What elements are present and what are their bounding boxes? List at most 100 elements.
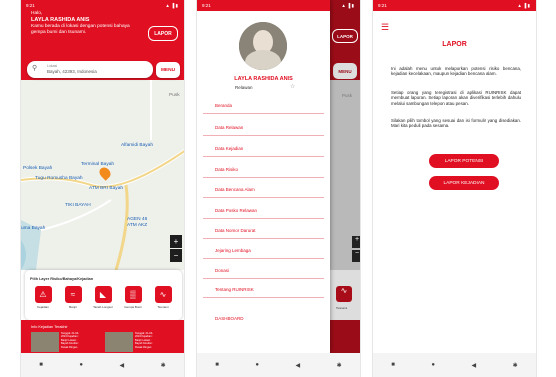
profile-name: LAYLA RASHIDA ANIS bbox=[234, 76, 293, 82]
drawer-item-tentang[interactable]: Tentang RUINRISK bbox=[203, 281, 324, 298]
flood-icon: ≈ bbox=[64, 286, 82, 303]
category-label: Gempa Bumi bbox=[124, 305, 142, 309]
category-label: Kejadian bbox=[37, 305, 49, 309]
layer-chooser-title: Pilih Layer Risiko/Bahaya/Kejadian bbox=[30, 277, 94, 281]
home-icon[interactable]: ● bbox=[431, 362, 435, 368]
page-title: LAPOR bbox=[442, 41, 467, 48]
drawer-item-data-risiko[interactable]: Data Risiko bbox=[203, 161, 324, 178]
map-label: AGEN 46 bbox=[127, 217, 148, 222]
map-label: Tugu Romusha Bayah bbox=[35, 176, 83, 181]
drawer-screen: LAPOR MENU Pusk + − ∿ Tsunami LAYLA RASH… bbox=[196, 0, 361, 377]
home-screen: 9:21 ▲ ▐ ▮ Halo, LAYLA RASHIDA ANIS Kamu … bbox=[20, 0, 185, 377]
profile-role: Relawan bbox=[235, 85, 253, 90]
status-bar: 9:21 ▲ ▐ ▮ bbox=[197, 0, 360, 11]
drawer-item-data-kejadian[interactable]: Data Kejadian bbox=[203, 140, 324, 157]
event-item[interactable]: Tanggal: 21-04-2024 Kejadian : Banjir Lo… bbox=[31, 332, 81, 352]
zoom-in-button: + bbox=[352, 236, 360, 248]
drawer-item-data-relawan[interactable]: Data Relawan bbox=[203, 119, 324, 136]
status-time: 9:21 bbox=[26, 3, 35, 8]
status-bar: 9:21 ▲ ▐ ▮ bbox=[373, 0, 536, 11]
accessibility-icon[interactable]: ✱ bbox=[513, 362, 518, 369]
event-text: Tanggal: 21-04-2024 Kejadian : Banjir Lo… bbox=[135, 332, 154, 349]
category-label: Tsunami bbox=[336, 306, 348, 310]
event-photo bbox=[105, 332, 133, 352]
navigation-drawer: LAYLA RASHIDA ANIS Relawan ☆ Beranda Dat… bbox=[197, 0, 330, 353]
location-search-field[interactable]: ⚲ Lokasi Bayah, 42393, Indonesia bbox=[27, 61, 153, 78]
lapor-verification-info: Setiap orang yang teregistrasi di aplika… bbox=[391, 90, 521, 106]
recents-icon[interactable]: ■ bbox=[39, 362, 43, 368]
status-time: 9:21 bbox=[378, 3, 387, 8]
search-icon: ⚲ bbox=[32, 65, 38, 72]
category-tanah-longsor[interactable]: ◣ Tanah Longsor bbox=[93, 286, 113, 309]
menu-button[interactable]: MENU bbox=[156, 62, 180, 78]
tsunami-icon: ∿ bbox=[336, 286, 352, 302]
hazard-message: Kamu berada di lokasi dengan potensi bah… bbox=[31, 24, 130, 35]
drawer-item-data-bencana-alam[interactable]: Data Bencana Alam bbox=[203, 181, 324, 198]
profile-avatar[interactable] bbox=[239, 22, 287, 70]
menu-button: MENU bbox=[333, 63, 357, 79]
lapor-kejadian-button[interactable]: LAPOR KEJADIAN bbox=[429, 176, 499, 190]
user-name: LAYLA RASHIDA ANIS bbox=[31, 17, 90, 23]
status-icons: ▲ ▐ ▮ bbox=[165, 3, 178, 8]
lapor-button: LAPOR bbox=[332, 29, 358, 43]
lapor-screen: 9:21 ▲ ▐ ▮ ☰ LAPOR Ini adalah menu untuk … bbox=[372, 0, 537, 377]
lapor-potensi-button[interactable]: LAPOR POTENSI bbox=[429, 154, 499, 168]
map-label: uma Bayah bbox=[21, 226, 46, 231]
drawer-item-data-nomor-darurat[interactable]: Data Nomor Darurat bbox=[203, 222, 324, 239]
earthquake-icon: ▒ bbox=[124, 286, 142, 303]
zoom-in-button[interactable]: + bbox=[170, 235, 182, 248]
map-label: ATM BRI Bayah bbox=[89, 186, 124, 191]
map-label: ATM AKZ bbox=[127, 223, 148, 228]
status-bar: 9:21 ▲ ▐ ▮ bbox=[21, 0, 184, 11]
event-photo bbox=[31, 332, 59, 352]
hamburger-menu-icon[interactable]: ☰ bbox=[381, 23, 389, 32]
map-label: Alfamidi Bayah bbox=[121, 143, 153, 148]
layer-chooser-card: Pilih Layer Risiko/Bahaya/Kejadian ⚠ Keja… bbox=[25, 270, 182, 320]
drawer-item-dashboard[interactable]: DASHBOARD bbox=[215, 316, 244, 321]
back-icon[interactable]: ◀ bbox=[296, 362, 301, 369]
search-value: Bayah, 42393, Indonesia bbox=[47, 69, 97, 74]
back-icon[interactable]: ◀ bbox=[472, 362, 477, 369]
landslide-icon: ◣ bbox=[94, 286, 112, 303]
drawer-item-data-posko-relawan[interactable]: Data Posko Relawan bbox=[203, 202, 324, 219]
back-icon[interactable]: ◀ bbox=[120, 362, 125, 369]
recent-events-title: Info Kejadian Terakhir bbox=[31, 325, 68, 329]
dimmed-background[interactable]: LAPOR MENU Pusk + − ∿ Tsunami bbox=[330, 0, 360, 353]
drawer-item-donasi[interactable]: Donasi bbox=[203, 262, 324, 279]
map-label: TIKI BAYAH bbox=[65, 203, 91, 208]
category-kejadian[interactable]: ⚠ Kejadian bbox=[33, 286, 53, 309]
status-time: 9:21 bbox=[202, 3, 211, 8]
star-icon[interactable]: ☆ bbox=[290, 83, 295, 90]
category-label: Tsunami bbox=[157, 305, 169, 309]
drawer-item-jejaring-lembaga[interactable]: Jejaring Lembaga bbox=[203, 242, 324, 259]
accessibility-icon[interactable]: ✱ bbox=[337, 362, 342, 369]
tsunami-icon: ∿ bbox=[154, 286, 172, 303]
alert-icon: ⚠ bbox=[34, 286, 52, 303]
event-text: Tanggal: 21-04-2024 Kejadian : Banjir Lo… bbox=[61, 332, 80, 349]
category-tsunami[interactable]: ∿ Tsunami bbox=[153, 286, 173, 309]
avatar-portrait bbox=[239, 22, 287, 70]
drawer-item-beranda[interactable]: Beranda bbox=[203, 97, 324, 114]
system-nav-bar: ■ ● ◀ ✱ bbox=[197, 353, 360, 377]
category-gempa-bumi[interactable]: ▒ Gempa Bumi bbox=[123, 286, 143, 309]
category-banjir[interactable]: ≈ Banjir bbox=[63, 286, 83, 309]
map-view[interactable]: Pusk Alfamidi Bayah Terminal Bayah Polse… bbox=[21, 80, 184, 270]
recents-icon[interactable]: ■ bbox=[391, 362, 395, 368]
category-label: Tanah Longsor bbox=[93, 305, 113, 309]
event-item[interactable]: Tanggal: 21-04-2024 Kejadian : Banjir Lo… bbox=[105, 332, 155, 352]
system-nav-bar: ■ ● ◀ ✱ bbox=[21, 353, 184, 377]
lapor-button[interactable]: LAPOR bbox=[148, 26, 178, 41]
home-icon[interactable]: ● bbox=[255, 362, 259, 368]
home-icon[interactable]: ● bbox=[79, 362, 83, 368]
category-label: Banjir bbox=[69, 305, 77, 309]
zoom-out-button[interactable]: − bbox=[170, 249, 182, 262]
map-label: Pusk bbox=[169, 93, 180, 98]
greeting-block: Halo, LAYLA RASHIDA ANIS Kamu berada di … bbox=[31, 11, 141, 36]
accessibility-icon[interactable]: ✱ bbox=[161, 362, 166, 369]
status-icons: ▲ ▐ ▮ bbox=[341, 3, 354, 8]
map-label: Terminal Bayah bbox=[81, 162, 115, 167]
recents-icon[interactable]: ■ bbox=[215, 362, 219, 368]
lapor-instructions: Silakan pilih tombol yang sesuai dan isi… bbox=[391, 118, 521, 129]
map-label: Pusk bbox=[342, 93, 353, 98]
map-label: Polsek Bayah bbox=[23, 166, 53, 171]
